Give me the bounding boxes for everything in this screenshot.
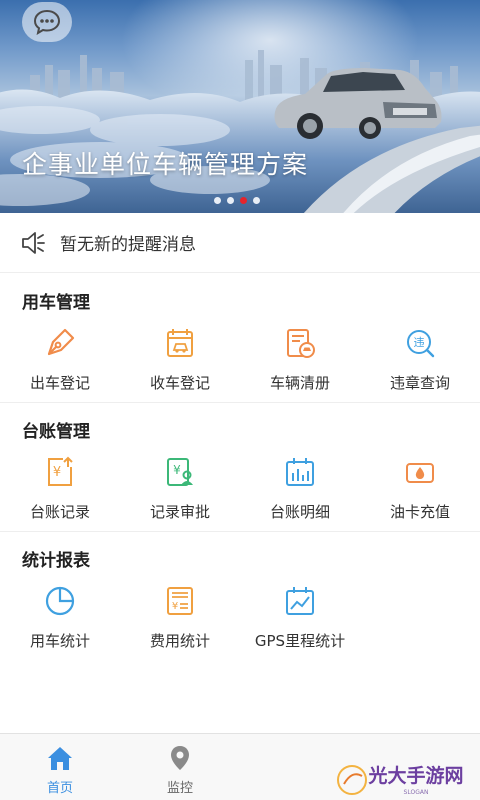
tab-home[interactable]: 首页: [0, 734, 120, 800]
expense-doc-icon: ¥: [167, 587, 193, 615]
grid-item-label: 出车登记: [29, 374, 90, 392]
bar-chart-icon: [286, 458, 314, 486]
section-statistics: 统计报表 用车统计 ¥ 费用统计 GPS里程统计: [0, 532, 480, 661]
chat-bubble-icon: [33, 9, 61, 35]
ledger-grid: ¥ 台账记录 ¥ 记录审批 台账明细 油卡充值: [0, 455, 480, 522]
ledger-record-button[interactable]: ¥ 台账记录: [0, 455, 120, 522]
svg-text:¥: ¥: [172, 601, 178, 612]
carousel-dot-active[interactable]: [240, 197, 247, 204]
expense-stats-button[interactable]: ¥ 费用统计: [120, 584, 240, 651]
carousel-indicator: [214, 197, 260, 204]
section-title: 用车管理: [22, 293, 90, 313]
banner-carousel[interactable]: 企事业单位车辆管理方案: [0, 0, 480, 213]
banner-title: 企事业单位车辆管理方案: [22, 150, 309, 179]
ledger-detail-button[interactable]: 台账明细: [240, 455, 360, 522]
tab-label: 首页: [46, 781, 73, 796]
svg-text:¥: ¥: [53, 465, 61, 480]
tab-label: 监控: [166, 781, 193, 796]
grid-item-label: 车辆清册: [269, 374, 330, 392]
violation-search-icon: 违: [407, 330, 435, 358]
calendar-car-icon: [167, 329, 193, 357]
tab-third-icon: [285, 743, 315, 773]
svg-text:SLOGAN: SLOGAN: [404, 789, 429, 796]
home-icon: [48, 747, 72, 770]
car-list-icon: [287, 329, 315, 358]
grid-item-label: 台账明细: [269, 503, 330, 521]
grid-item-label: 费用统计: [149, 632, 210, 650]
location-pin-icon: [171, 746, 189, 770]
grid-item-label: 记录审批: [149, 503, 210, 521]
grid-item-label: 用车统计: [29, 632, 90, 650]
svg-text:违: 违: [414, 336, 425, 349]
vehicle-use-grid: 出车登记 收车登记 车辆清册 违 违章查询: [0, 326, 480, 393]
line-chart-icon: [286, 587, 314, 615]
fuel-card-topup-button[interactable]: 油卡充值: [360, 455, 480, 522]
svg-text:光大手游网: 光大手游网: [367, 764, 463, 787]
silver-car-image: [274, 68, 442, 139]
chat-button[interactable]: [22, 2, 72, 42]
record-approval-button[interactable]: ¥ 记录审批: [120, 455, 240, 522]
grid-item-label: GPS里程统计: [254, 632, 346, 650]
fuel-card-icon: [406, 463, 434, 483]
yen-approve-icon: ¥: [167, 458, 193, 486]
grid-item-label: 收车登记: [149, 374, 210, 392]
dispatch-register-button[interactable]: 出车登记: [0, 326, 120, 393]
notice-text: 暂无新的提醒消息: [60, 235, 196, 255]
statistics-grid: 用车统计 ¥ 费用统计 GPS里程统计: [0, 584, 480, 651]
carousel-dot[interactable]: [214, 197, 221, 204]
section-vehicle-use: 用车管理 出车登记 收车登记 车辆清册 违 违章查询: [0, 274, 480, 403]
notice-bar[interactable]: 暂无新的提醒消息: [0, 213, 480, 273]
section-title: 统计报表: [22, 551, 90, 571]
grid-item-label: 违章查询: [389, 374, 450, 392]
usage-stats-button[interactable]: 用车统计: [0, 584, 120, 651]
grid-item-label: 油卡充值: [389, 503, 450, 521]
section-ledger: 台账管理 ¥ 台账记录 ¥ 记录审批 台账明细 油卡充值: [0, 403, 480, 532]
vehicle-list-button[interactable]: 车辆清册: [240, 326, 360, 393]
violation-query-button[interactable]: 违 违章查询: [360, 326, 480, 393]
app-screen: 企事业单位车辆管理方案 暂无新的提醒消息 用车管理 出车登记 收车登记 车辆清册…: [0, 0, 480, 800]
return-register-button[interactable]: 收车登记: [120, 326, 240, 393]
grid-item-label: 台账记录: [29, 503, 90, 521]
section-title: 台账管理: [22, 422, 90, 442]
pen-nib-icon: [47, 328, 75, 356]
carousel-dot[interactable]: [253, 197, 260, 204]
watermark-logo: 光大手游网 SLOGAN: [337, 764, 464, 796]
gps-mileage-stats-button[interactable]: GPS里程统计: [240, 584, 360, 651]
yen-upload-icon: ¥: [48, 456, 73, 486]
carousel-dot[interactable]: [227, 197, 234, 204]
pie-chart-icon: [45, 586, 75, 616]
tab-monitor[interactable]: 监控: [120, 734, 240, 800]
speaker-icon: [22, 231, 45, 254]
svg-text:¥: ¥: [173, 463, 181, 477]
